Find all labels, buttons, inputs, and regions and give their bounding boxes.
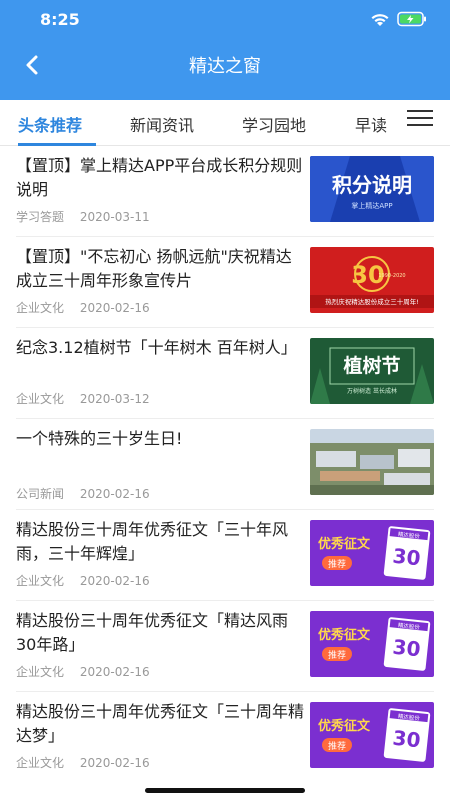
article-meta: 企业文化 2020-03-12 (16, 390, 150, 407)
thumb-title: 优秀征文 (318, 627, 371, 643)
battery-charging-icon (397, 11, 426, 27)
status-bar: 8:25 (0, 0, 450, 40)
list-item[interactable]: 精达股份三十周年优秀征文「精达风雨30年路」 企业文化 2020-02-16 精… (16, 601, 434, 692)
article-thumbnail: 精达股份 30 优秀征文 推荐 (310, 520, 434, 586)
thumb-subtitle: 万树树造 茁长成林 (347, 387, 397, 395)
wifi-icon (371, 14, 389, 26)
article-meta: 学习答题 2020-03-11 (16, 208, 150, 225)
thumb-subtitle: 热烈庆祝精达股份成立三十周年! (325, 297, 419, 306)
tab-learning[interactable]: 学习园地 (242, 112, 306, 136)
article-thumbnail: 30 1990-2020 热烈庆祝精达股份成立三十周年! (310, 247, 434, 313)
thumb-subtitle: 推荐 (328, 740, 346, 752)
thumb-title: 植树节 (343, 354, 400, 377)
article-date: 2020-03-11 (79, 210, 150, 224)
thumb-title: 优秀征文 (318, 718, 371, 734)
article-category: 企业文化 (16, 301, 65, 315)
list-item[interactable]: 【置顶】"不忘初心 扬帆远航"庆祝精达成立三十周年形象宣传片 企业文化 2020… (16, 237, 434, 328)
article-thumbnail: 精达股份 30 优秀征文 推荐 (310, 611, 434, 677)
article-title: 纪念3.12植树节「十年树木 百年树人」 (16, 338, 297, 357)
nav-bar: 精达之窗 (0, 40, 450, 90)
article-meta: 企业文化 2020-02-16 (16, 754, 150, 771)
article-category: 学习答题 (16, 210, 65, 224)
tab-morning-read[interactable]: 早读 (355, 112, 387, 136)
thumb-number: 30 (391, 635, 421, 662)
hamburger-icon (407, 110, 433, 126)
thumb-subtitle: 掌上精达APP (351, 201, 392, 210)
article-date: 2020-02-16 (79, 574, 150, 588)
thumb-number: 30 (391, 726, 421, 753)
list-item[interactable]: 【置顶】掌上精达APP平台成长积分规则说明 学习答题 2020-03-11 积分… (16, 146, 434, 237)
article-category: 公司新闻 (16, 487, 65, 501)
article-title: 精达股份三十周年优秀征文「三十年风雨，三十年辉煌」 (16, 520, 289, 563)
menu-icon[interactable] (406, 108, 434, 128)
thumb-subtitle: 推荐 (328, 558, 346, 570)
article-title: 【置顶】掌上精达APP平台成长积分规则说明 (16, 156, 303, 199)
article-date: 2020-02-16 (79, 665, 150, 679)
article-date: 2020-02-16 (79, 756, 150, 770)
list-item[interactable]: 精达股份三十周年优秀征文「三十年风雨，三十年辉煌」 企业文化 2020-02-1… (16, 510, 434, 601)
article-date: 2020-02-16 (79, 487, 150, 501)
article-category: 企业文化 (16, 574, 65, 588)
article-thumbnail: 积分说明 掌上精达APP (310, 156, 434, 222)
thumb-number: 30 (391, 544, 421, 571)
article-meta: 企业文化 2020-02-16 (16, 572, 150, 589)
list-item[interactable]: 一个特殊的三十岁生日! 公司新闻 2020-02-16 (16, 419, 434, 510)
article-category: 企业文化 (16, 665, 65, 679)
article-title: 一个特殊的三十岁生日! (16, 429, 183, 448)
article-meta: 公司新闻 2020-02-16 (16, 485, 150, 502)
home-indicator[interactable] (145, 788, 305, 793)
thumb-years: 1990-2020 (378, 273, 405, 279)
category-tabs: 头条推荐 新闻资讯 学习园地 早读 (0, 100, 450, 146)
article-date: 2020-02-16 (79, 301, 150, 315)
thumb-subtitle: 推荐 (328, 649, 346, 661)
article-meta: 企业文化 2020-02-16 (16, 663, 150, 680)
article-meta: 企业文化 2020-02-16 (16, 299, 150, 316)
status-time: 8:25 (40, 10, 80, 29)
thumb-title: 优秀征文 (318, 536, 371, 552)
thumb-title: 积分说明 (332, 173, 412, 197)
list-item[interactable]: 精达股份三十周年优秀征文「三十周年精达梦」 企业文化 2020-02-16 精达… (16, 692, 434, 783)
app-header: 8:25 精达之窗 (0, 0, 450, 116)
article-title: 精达股份三十周年优秀征文「精达风雨30年路」 (16, 611, 289, 654)
page-title: 精达之窗 (189, 56, 261, 77)
list-item[interactable]: 纪念3.12植树节「十年树木 百年树人」 企业文化 2020-03-12 植树节… (16, 328, 434, 419)
tab-headlines[interactable]: 头条推荐 (18, 112, 82, 136)
article-thumbnail: 精达股份 30 优秀征文 推荐 (310, 702, 434, 768)
article-date: 2020-03-12 (79, 392, 150, 406)
article-category: 企业文化 (16, 392, 65, 406)
article-category: 企业文化 (16, 756, 65, 770)
tab-news[interactable]: 新闻资讯 (130, 112, 194, 136)
article-thumbnail: 植树节 万树树造 茁长成林 (310, 338, 434, 404)
article-title: 精达股份三十周年优秀征文「三十周年精达梦」 (16, 702, 305, 745)
article-thumbnail (310, 429, 434, 495)
article-title: 【置顶】"不忘初心 扬帆远航"庆祝精达成立三十周年形象宣传片 (16, 247, 292, 290)
